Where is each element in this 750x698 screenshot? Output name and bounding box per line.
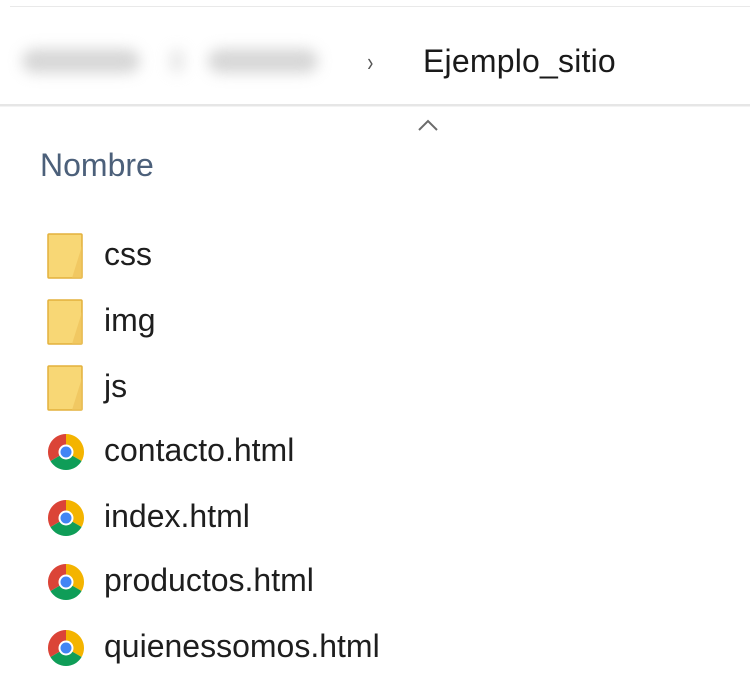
folder-icon bbox=[47, 233, 83, 279]
folder-icon bbox=[47, 365, 83, 411]
list-item-html-file[interactable]: contacto.html bbox=[40, 420, 720, 484]
list-item-html-file[interactable]: quienessomos.html bbox=[40, 616, 720, 680]
address-bar[interactable]: › Ejemplo_sitio bbox=[0, 0, 750, 106]
list-item-html-file[interactable]: index.html bbox=[40, 486, 720, 550]
blurred-breadcrumb-segment[interactable] bbox=[208, 49, 318, 73]
list-item-folder[interactable]: css bbox=[40, 224, 720, 288]
chrome-html-file-icon bbox=[47, 564, 85, 601]
chrome-html-file-icon bbox=[47, 434, 85, 471]
column-header-name[interactable]: Nombre bbox=[40, 147, 154, 184]
breadcrumb-current-folder[interactable]: Ejemplo_sitio bbox=[423, 43, 616, 80]
chrome-html-file-icon bbox=[47, 630, 85, 667]
file-name: quienessomos.html bbox=[104, 628, 380, 664]
list-item-folder[interactable]: img bbox=[40, 290, 720, 354]
blurred-breadcrumb-segment[interactable] bbox=[22, 49, 140, 73]
chevron-right-icon[interactable]: › bbox=[367, 47, 373, 78]
list-item-folder[interactable]: js bbox=[40, 356, 720, 420]
folder-icon bbox=[47, 299, 83, 345]
file-name: js bbox=[104, 368, 128, 404]
file-name: productos.html bbox=[104, 562, 314, 598]
list-item-html-file[interactable]: productos.html bbox=[40, 550, 720, 614]
file-explorer-window: › Ejemplo_sitio Nombre css img js contac… bbox=[0, 0, 750, 698]
file-name: index.html bbox=[104, 498, 250, 534]
file-name: contacto.html bbox=[104, 432, 295, 468]
chrome-html-file-icon bbox=[47, 500, 85, 537]
sort-ascending-caret-icon bbox=[418, 119, 438, 131]
blurred-breadcrumb-separator bbox=[170, 49, 184, 73]
file-name: img bbox=[104, 302, 156, 338]
breadcrumb: › Ejemplo_sitio bbox=[10, 6, 750, 103]
file-name: css bbox=[104, 236, 152, 272]
